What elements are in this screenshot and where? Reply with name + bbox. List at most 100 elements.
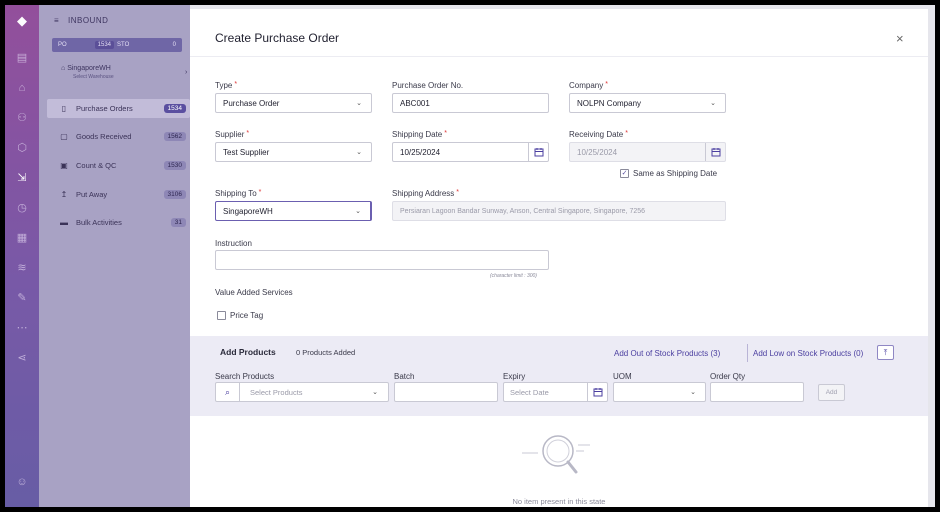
shipping-address-field: Persiaran Lagoon Bandar Sunway, Anson, C… (392, 201, 726, 221)
expiry-input[interactable]: Select Date (503, 382, 608, 402)
warehouse-sub: Select Warehouse (73, 74, 114, 80)
type-select[interactable]: Purchase Order ⌄ (215, 93, 372, 113)
tab-po-count: 1534 (94, 41, 115, 49)
company-label-text: Company (569, 81, 604, 90)
sidebar-item-put-away[interactable]: ↥ Put Away 3106 (47, 185, 190, 204)
chevron-down-icon: ⌄ (355, 208, 361, 215)
batch-label: Batch (394, 372, 415, 381)
calendar-icon[interactable] (587, 383, 607, 401)
shipping-date-label-text: Shipping Date (392, 130, 443, 139)
search-products-select[interactable]: ⌕ Select Products ⌄ (215, 382, 389, 402)
sidebar-item-count: 1530 (163, 161, 186, 170)
required-mark: * (234, 81, 238, 88)
search-products-placeholder: Select Products (250, 387, 303, 397)
logo-icon[interactable]: ◆ (15, 14, 29, 28)
sidebar-item-label: Put Away (76, 190, 108, 199)
sidebar-item-label: Goods Received (76, 132, 132, 141)
shipping-to-select[interactable]: SingaporeWH ⌄ (215, 201, 372, 221)
add-button[interactable]: Add (818, 384, 845, 401)
company-label: Company * (569, 81, 608, 90)
receiving-date-value: 10/25/2024 (577, 147, 618, 157)
putaway-icon: ↥ (60, 190, 68, 199)
inbound-icon[interactable]: ⇲ (15, 171, 29, 185)
type-value: Purchase Order (223, 98, 280, 108)
shipping-address-label: Shipping Address * (392, 189, 459, 198)
user-icon[interactable]: ☺ (15, 475, 29, 489)
warehouse-selector[interactable]: ⌂ SingaporeWH Select Warehouse › (61, 65, 187, 80)
tab-sto[interactable]: STO (117, 42, 129, 48)
required-mark: * (246, 130, 250, 137)
upload-icon[interactable]: ⤒ (877, 345, 894, 360)
po-number-input[interactable]: ABC001 (392, 93, 549, 113)
price-tag-checkbox[interactable]: Price Tag (217, 311, 263, 320)
tab-po[interactable]: PO (58, 42, 67, 48)
clock-icon[interactable]: ◷ (15, 201, 29, 215)
shipping-date-label: Shipping Date * (392, 130, 447, 139)
sidebar-item-count: 1534 (163, 104, 186, 113)
instruction-input[interactable] (215, 250, 549, 270)
users-icon[interactable]: ⚇ (15, 111, 29, 125)
company-select[interactable]: NOLPN Company ⌄ (569, 93, 726, 113)
add-products-section: Add Products 0 Products Added Add Out of… (190, 336, 928, 416)
calendar-icon[interactable] (705, 143, 725, 161)
po-number-label: Purchase Order No. (392, 81, 464, 90)
required-mark: * (258, 189, 262, 196)
home-icon[interactable]: ⌂ (15, 81, 29, 95)
grid-icon[interactable]: ▦ (15, 231, 29, 245)
search-icon: ⌕ (216, 383, 240, 401)
chevron-down-icon: ⌄ (356, 149, 362, 156)
icon-rail: ◆ ▤ ⌂ ⚇ ⬡ ⇲ ◷ ▦ ≋ ✎ ⋯ ⋖ ☺ (5, 5, 39, 507)
sidebar-item-goods-received[interactable]: ▢ Goods Received 1562 (47, 127, 190, 146)
company-value: NOLPN Company (577, 98, 642, 108)
document-icon: ▯ (61, 104, 67, 113)
sidebar-tabs: PO 1534 STO 0 (52, 38, 182, 52)
tab-sto-count: 0 (172, 42, 176, 48)
expiry-placeholder: Select Date (510, 387, 549, 397)
chevron-down-icon: ⌄ (690, 389, 696, 396)
supplier-value: Test Supplier (223, 147, 270, 157)
order-qty-input[interactable] (710, 382, 804, 402)
uom-label: UOM (613, 372, 632, 381)
required-mark: * (456, 189, 459, 196)
products-added-count: 0 Products Added (296, 348, 356, 357)
sidebar-header: ≡ INBOUND (54, 16, 108, 25)
batch-input[interactable] (394, 382, 498, 402)
supplier-label-text: Supplier (215, 130, 245, 139)
layers-icon[interactable]: ≋ (15, 261, 29, 275)
shipping-date-value: 10/25/2024 (400, 147, 441, 157)
sidebar: ≡ INBOUND PO 1534 STO 0 ⌂ SingaporeWH Sel… (39, 5, 190, 507)
search-products-label: Search Products (215, 372, 275, 381)
clipboard-icon: ▢ (60, 132, 68, 141)
vas-label: Value Added Services (215, 288, 293, 297)
divider (747, 344, 748, 362)
expiry-label: Expiry (503, 372, 526, 381)
bulk-icon: ▬ (60, 218, 68, 227)
checkbox-box (217, 311, 226, 320)
sidebar-item-count-qc[interactable]: ▣ Count & QC 1530 (47, 156, 190, 175)
share-icon[interactable]: ⋖ (15, 351, 29, 365)
sidebar-item-bulk-activities[interactable]: ▬ Bulk Activities 31 (47, 213, 190, 232)
empty-search-icon (522, 435, 590, 474)
close-icon[interactable]: × (896, 31, 904, 46)
empty-state-text: No item present in this state (512, 497, 606, 506)
uom-select[interactable]: ⌄ (613, 382, 706, 402)
sidebar-item-purchase-orders[interactable]: ▯ Purchase Orders 1534 (47, 99, 190, 118)
more-icon[interactable]: ⋯ (15, 321, 29, 335)
menu-icon[interactable]: ≡ (54, 16, 62, 25)
add-out-of-stock-link[interactable]: Add Out of Stock Products (3) (614, 349, 720, 358)
box-icon[interactable]: ⬡ (15, 141, 29, 155)
calendar-icon[interactable] (528, 143, 548, 161)
same-as-shipping-checkbox[interactable]: ✓ Same as Shipping Date (620, 169, 717, 178)
edit-icon[interactable]: ✎ (15, 291, 29, 305)
sidebar-item-label: Count & QC (76, 161, 117, 170)
dashboard-icon[interactable]: ▤ (15, 51, 29, 65)
required-mark: * (605, 81, 608, 88)
shipping-date-input[interactable]: 10/25/2024 (392, 142, 549, 162)
price-tag-label: Price Tag (230, 311, 264, 320)
supplier-select[interactable]: Test Supplier ⌄ (215, 142, 372, 162)
add-products-title: Add Products (220, 347, 276, 357)
add-low-on-stock-link[interactable]: Add Low on Stock Products (0) (753, 349, 863, 358)
receiving-date-input[interactable]: 10/25/2024 (569, 142, 726, 162)
same-as-shipping-label: Same as Shipping Date (633, 169, 718, 178)
receiving-date-label-text: Receiving Date (569, 130, 624, 139)
